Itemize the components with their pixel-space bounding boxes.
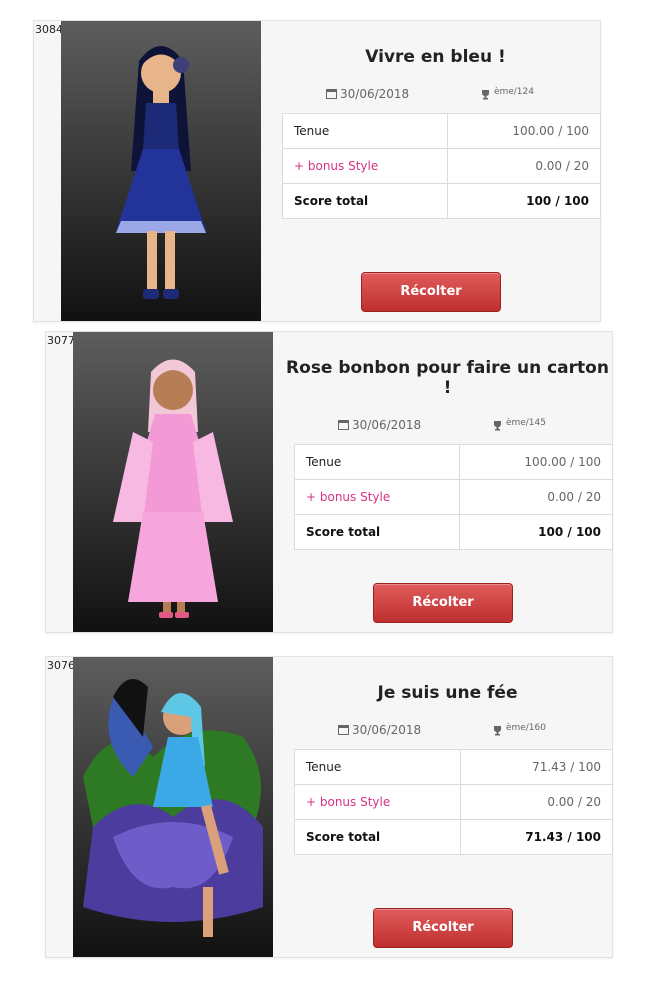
recolter-button[interactable]: Récolter — [373, 908, 513, 948]
total-value: 100 / 100 — [446, 183, 602, 219]
contest-card: 3084 Vivre en bleu ! 30/06/2018 ème/124 … — [33, 20, 602, 322]
avatar-image — [73, 657, 273, 957]
tenue-value: 71.43 / 100 — [459, 749, 614, 785]
bonus-value: 0.00 / 20 — [446, 148, 602, 184]
score-table: Tenue 71.43 / 100 + bonus Style 0.00 / 2… — [294, 749, 614, 855]
contest-title: Je suis une fée — [377, 683, 518, 703]
avatar-image — [73, 332, 273, 632]
avatar-image — [61, 21, 261, 321]
table-row: Tenue 71.43 / 100 — [294, 749, 614, 785]
total-label: Score total — [282, 183, 448, 219]
table-row: + bonus Style 0.00 / 20 — [294, 479, 614, 515]
contest-rank: ème/124 — [480, 87, 534, 103]
contest-rank: ème/160 — [492, 723, 546, 739]
contest-date: 30/06/2018 — [326, 87, 409, 103]
trophy-icon — [492, 725, 503, 739]
trophy-icon — [492, 420, 503, 434]
tenue-label: Tenue — [294, 444, 460, 480]
recolter-button[interactable]: Récolter — [373, 583, 513, 623]
bonus-value: 0.00 / 20 — [459, 784, 614, 820]
card-id: 3084 — [35, 23, 63, 36]
tenue-label: Tenue — [294, 749, 461, 785]
contest-rank: ème/145 — [492, 418, 546, 434]
table-row: Tenue 100.00 / 100 — [282, 113, 602, 149]
total-value: 100 / 100 — [458, 514, 614, 550]
tenue-value: 100.00 / 100 — [446, 113, 602, 149]
bonus-label: + bonus Style — [294, 784, 461, 820]
calendar-icon — [338, 419, 349, 433]
calendar-icon — [338, 724, 349, 738]
contest-title: Vivre en bleu ! — [365, 47, 506, 67]
table-row: Score total 100 / 100 — [282, 183, 602, 219]
trophy-icon — [480, 89, 491, 103]
card-id: 3076 — [47, 659, 75, 672]
contest-card: 3077 Rose bonbon pour faire un carton ! … — [45, 331, 614, 633]
bonus-label: + bonus Style — [282, 148, 448, 184]
total-label: Score total — [294, 819, 461, 855]
bonus-label: + bonus Style — [294, 479, 460, 515]
contest-card: 3076 Je suis une fée 30/06/2018 ème/160 … — [45, 656, 614, 958]
contest-title: Rose bonbon pour faire un carton ! — [286, 358, 609, 398]
score-table: Tenue 100.00 / 100 + bonus Style 0.00 / … — [294, 444, 614, 550]
contest-date: 30/06/2018 — [338, 723, 421, 739]
table-row: + bonus Style 0.00 / 20 — [282, 148, 602, 184]
recolter-button[interactable]: Récolter — [361, 272, 501, 312]
table-row: Tenue 100.00 / 100 — [294, 444, 614, 480]
bonus-value: 0.00 / 20 — [458, 479, 614, 515]
total-value: 71.43 / 100 — [459, 819, 614, 855]
total-label: Score total — [294, 514, 460, 550]
tenue-label: Tenue — [282, 113, 448, 149]
table-row: Score total 100 / 100 — [294, 514, 614, 550]
table-row: Score total 71.43 / 100 — [294, 819, 614, 855]
score-table: Tenue 100.00 / 100 + bonus Style 0.00 / … — [282, 113, 602, 219]
table-row: + bonus Style 0.00 / 20 — [294, 784, 614, 820]
calendar-icon — [326, 88, 337, 102]
card-id: 3077 — [47, 334, 75, 347]
contest-date: 30/06/2018 — [338, 418, 421, 434]
tenue-value: 100.00 / 100 — [458, 444, 614, 480]
